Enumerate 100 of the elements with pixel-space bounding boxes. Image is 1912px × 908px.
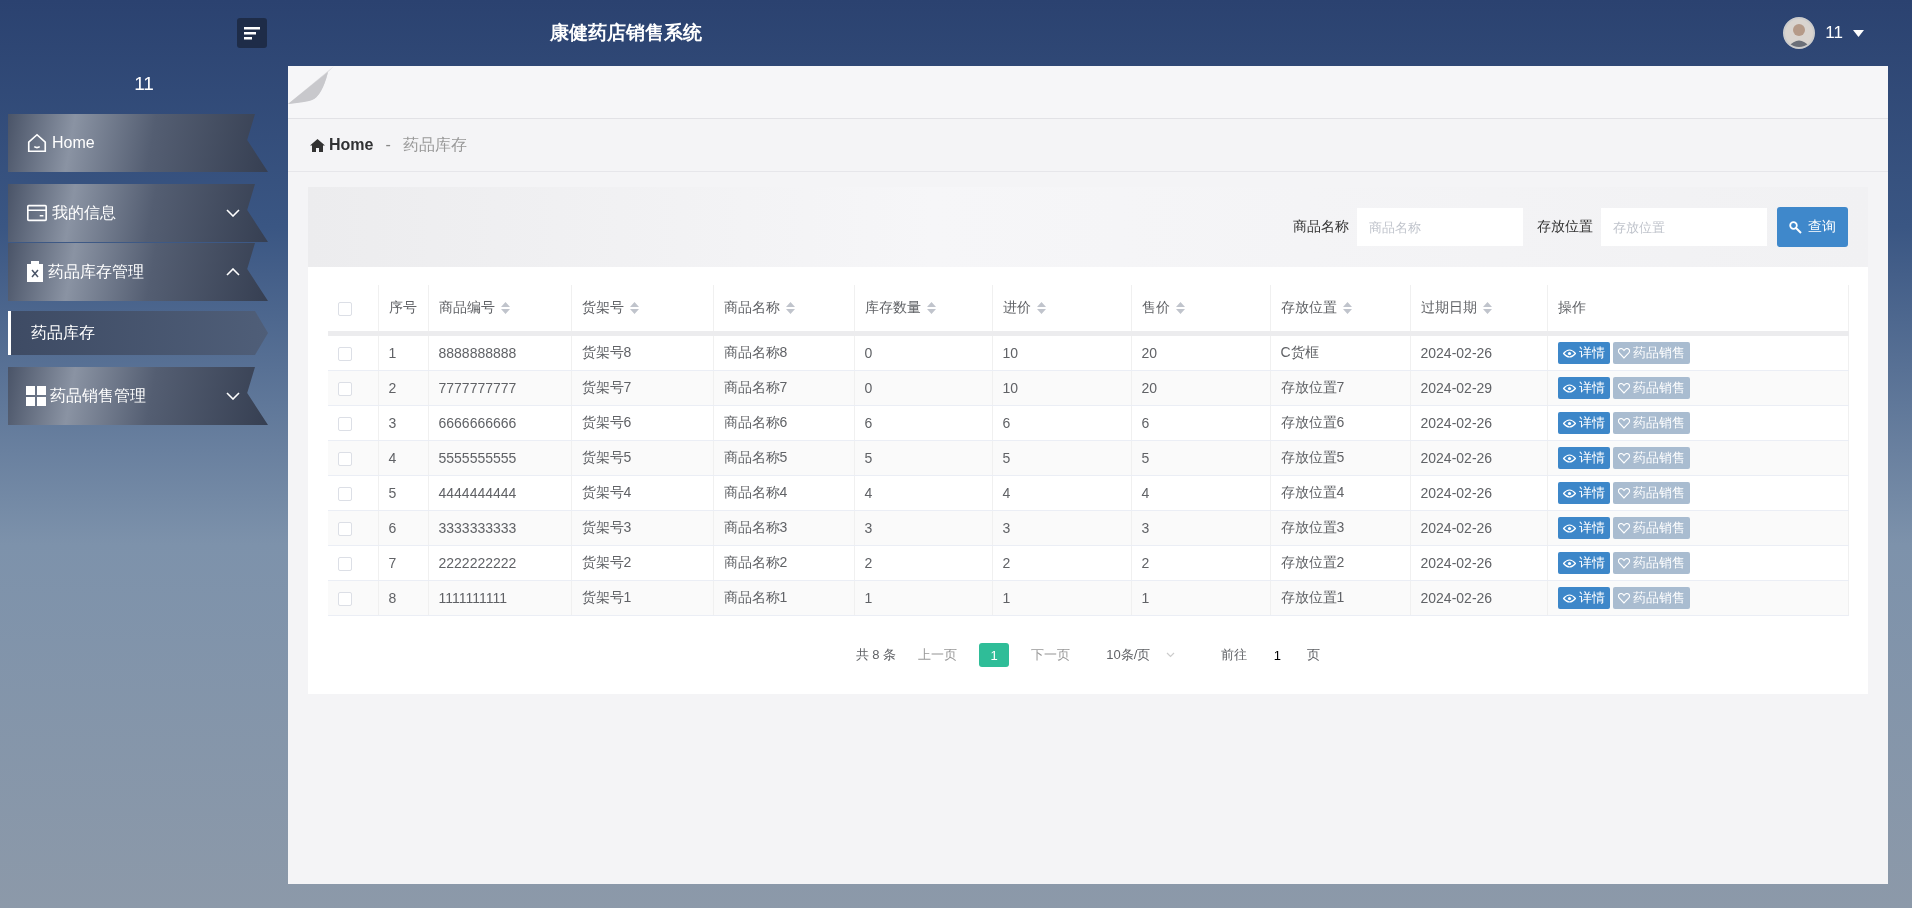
column-header[interactable]: 售价 (1141, 299, 1170, 315)
sell-button[interactable]: 药品销售 (1612, 482, 1690, 504)
select-all-checkbox[interactable] (338, 302, 352, 317)
details-button[interactable]: 详情 (1557, 377, 1610, 399)
table-cell: 存放位置5 (1280, 449, 1345, 465)
breadcrumb-current: 药品库存 (402, 134, 467, 155)
grid-icon (26, 386, 46, 406)
avatar[interactable] (1783, 17, 1816, 49)
sort-icon[interactable] (1036, 302, 1046, 315)
row-checkbox[interactable] (338, 522, 352, 537)
sort-icon[interactable] (629, 302, 639, 315)
details-button[interactable]: 详情 (1557, 552, 1610, 574)
caret-icon[interactable] (1853, 30, 1864, 38)
details-button[interactable]: 详情 (1557, 412, 1610, 434)
user-name[interactable]: 11 (1825, 23, 1843, 43)
table-cell: 2024-02-26 (1420, 485, 1493, 501)
search-icon (1789, 220, 1802, 234)
table-cell: 存放位置7 (1280, 379, 1345, 395)
table-cell: 0 (864, 380, 873, 396)
sidebar-item[interactable]: Home (8, 114, 268, 172)
details-button[interactable]: 详情 (1557, 342, 1610, 364)
table-cell: 货架号2 (581, 554, 632, 570)
sidebar-item[interactable]: 药品库存管理 (8, 243, 268, 301)
table-cell: 3 (864, 520, 873, 536)
breadcrumb-home-link[interactable]: Home (310, 136, 374, 154)
column-header[interactable]: 存放位置 (1280, 299, 1337, 315)
sell-button[interactable]: 药品销售 (1612, 517, 1690, 539)
table-cell: 货架号8 (581, 344, 632, 360)
column-header[interactable]: 商品编号 (438, 299, 495, 315)
home-icon (26, 132, 48, 154)
eye-icon (1562, 383, 1576, 393)
sell-button[interactable]: 药品销售 (1612, 552, 1690, 574)
details-button[interactable]: 详情 (1557, 587, 1610, 609)
row-checkbox[interactable] (338, 452, 352, 467)
sidebar-item[interactable]: 药品销售管理 (8, 367, 268, 425)
search-field[interactable]: 存放位置 (1601, 208, 1767, 246)
details-button[interactable]: 详情 (1557, 447, 1610, 469)
page-number-button[interactable]: 1 (979, 643, 1010, 667)
column-header[interactable]: 商品名称 (723, 299, 780, 315)
table-cell: 商品名称1 (723, 589, 788, 605)
column-header[interactable]: 进价 (1002, 299, 1031, 315)
sell-button[interactable]: 药品销售 (1612, 412, 1690, 434)
sort-icon[interactable] (1175, 302, 1185, 315)
column-header: 序号 (388, 299, 417, 315)
table-cell: 4 (864, 485, 873, 501)
row-checkbox[interactable] (338, 417, 352, 432)
menu-button[interactable] (237, 18, 267, 48)
app-title: 康健药店销售系统 (550, 21, 702, 45)
sort-icon[interactable] (1482, 302, 1492, 315)
search-label: 存放位置 (1537, 218, 1593, 236)
table-cell: 6666666666 (438, 415, 517, 431)
table-cell: 货架号5 (581, 449, 632, 465)
table-cell: 4 (388, 450, 397, 466)
sell-button[interactable]: 药品销售 (1612, 587, 1690, 609)
column-header[interactable]: 货架号 (581, 299, 624, 315)
table-cell: 2024-02-26 (1420, 415, 1493, 431)
table-cell: 2024-02-26 (1420, 345, 1493, 361)
table-cell: 5 (1002, 450, 1011, 466)
row-checkbox[interactable] (338, 557, 352, 572)
table-cell: 3 (1002, 520, 1011, 536)
table-cell: 货架号1 (581, 589, 632, 605)
column-header: 操作 (1557, 299, 1586, 315)
search-button[interactable]: 查询 (1777, 207, 1848, 247)
table-cell: 8 (388, 590, 397, 606)
table-cell: 2024-02-26 (1420, 450, 1493, 466)
sell-button[interactable]: 药品销售 (1612, 447, 1690, 469)
table-cell: 存放位置3 (1280, 519, 1345, 535)
column-header[interactable]: 库存数量 (864, 299, 921, 315)
row-checkbox[interactable] (338, 592, 352, 607)
table-cell: 商品名称6 (723, 414, 788, 430)
table-cell: 商品名称4 (723, 484, 788, 500)
table-cell: 商品名称5 (723, 449, 788, 465)
search-field[interactable]: 商品名称 (1357, 208, 1523, 246)
eye-icon (1562, 453, 1576, 463)
table-cell: 商品名称3 (723, 519, 788, 535)
sell-button[interactable]: 药品销售 (1612, 342, 1690, 364)
goto-unit: 页 (1307, 646, 1321, 664)
table-cell: 存放位置1 (1280, 589, 1345, 605)
details-button[interactable]: 详情 (1557, 517, 1610, 539)
row-checkbox[interactable] (338, 382, 352, 397)
row-checkbox[interactable] (338, 347, 352, 362)
row-checkbox[interactable] (338, 487, 352, 502)
heart-icon (1617, 452, 1630, 464)
details-button[interactable]: 详情 (1557, 482, 1610, 504)
sort-icon[interactable] (926, 302, 936, 315)
sort-icon[interactable] (785, 302, 795, 315)
sort-icon[interactable] (500, 302, 510, 315)
table-cell: 5555555555 (438, 450, 517, 466)
sidebar-item[interactable]: 我的信息 (8, 184, 268, 242)
column-header[interactable]: 过期日期 (1420, 299, 1477, 315)
page-size-select[interactable]: 10条/页 (1100, 646, 1182, 664)
heart-icon (1617, 382, 1630, 394)
table-cell: 6 (1141, 415, 1150, 431)
submenu-item[interactable]: 药品库存 (8, 311, 268, 355)
table-cell: 2 (864, 555, 873, 571)
heart-icon (1617, 557, 1630, 569)
sort-icon[interactable] (1342, 302, 1352, 315)
table-cell: 3 (388, 415, 397, 431)
sell-button[interactable]: 药品销售 (1612, 377, 1690, 399)
table-cell: 商品名称7 (723, 379, 788, 395)
